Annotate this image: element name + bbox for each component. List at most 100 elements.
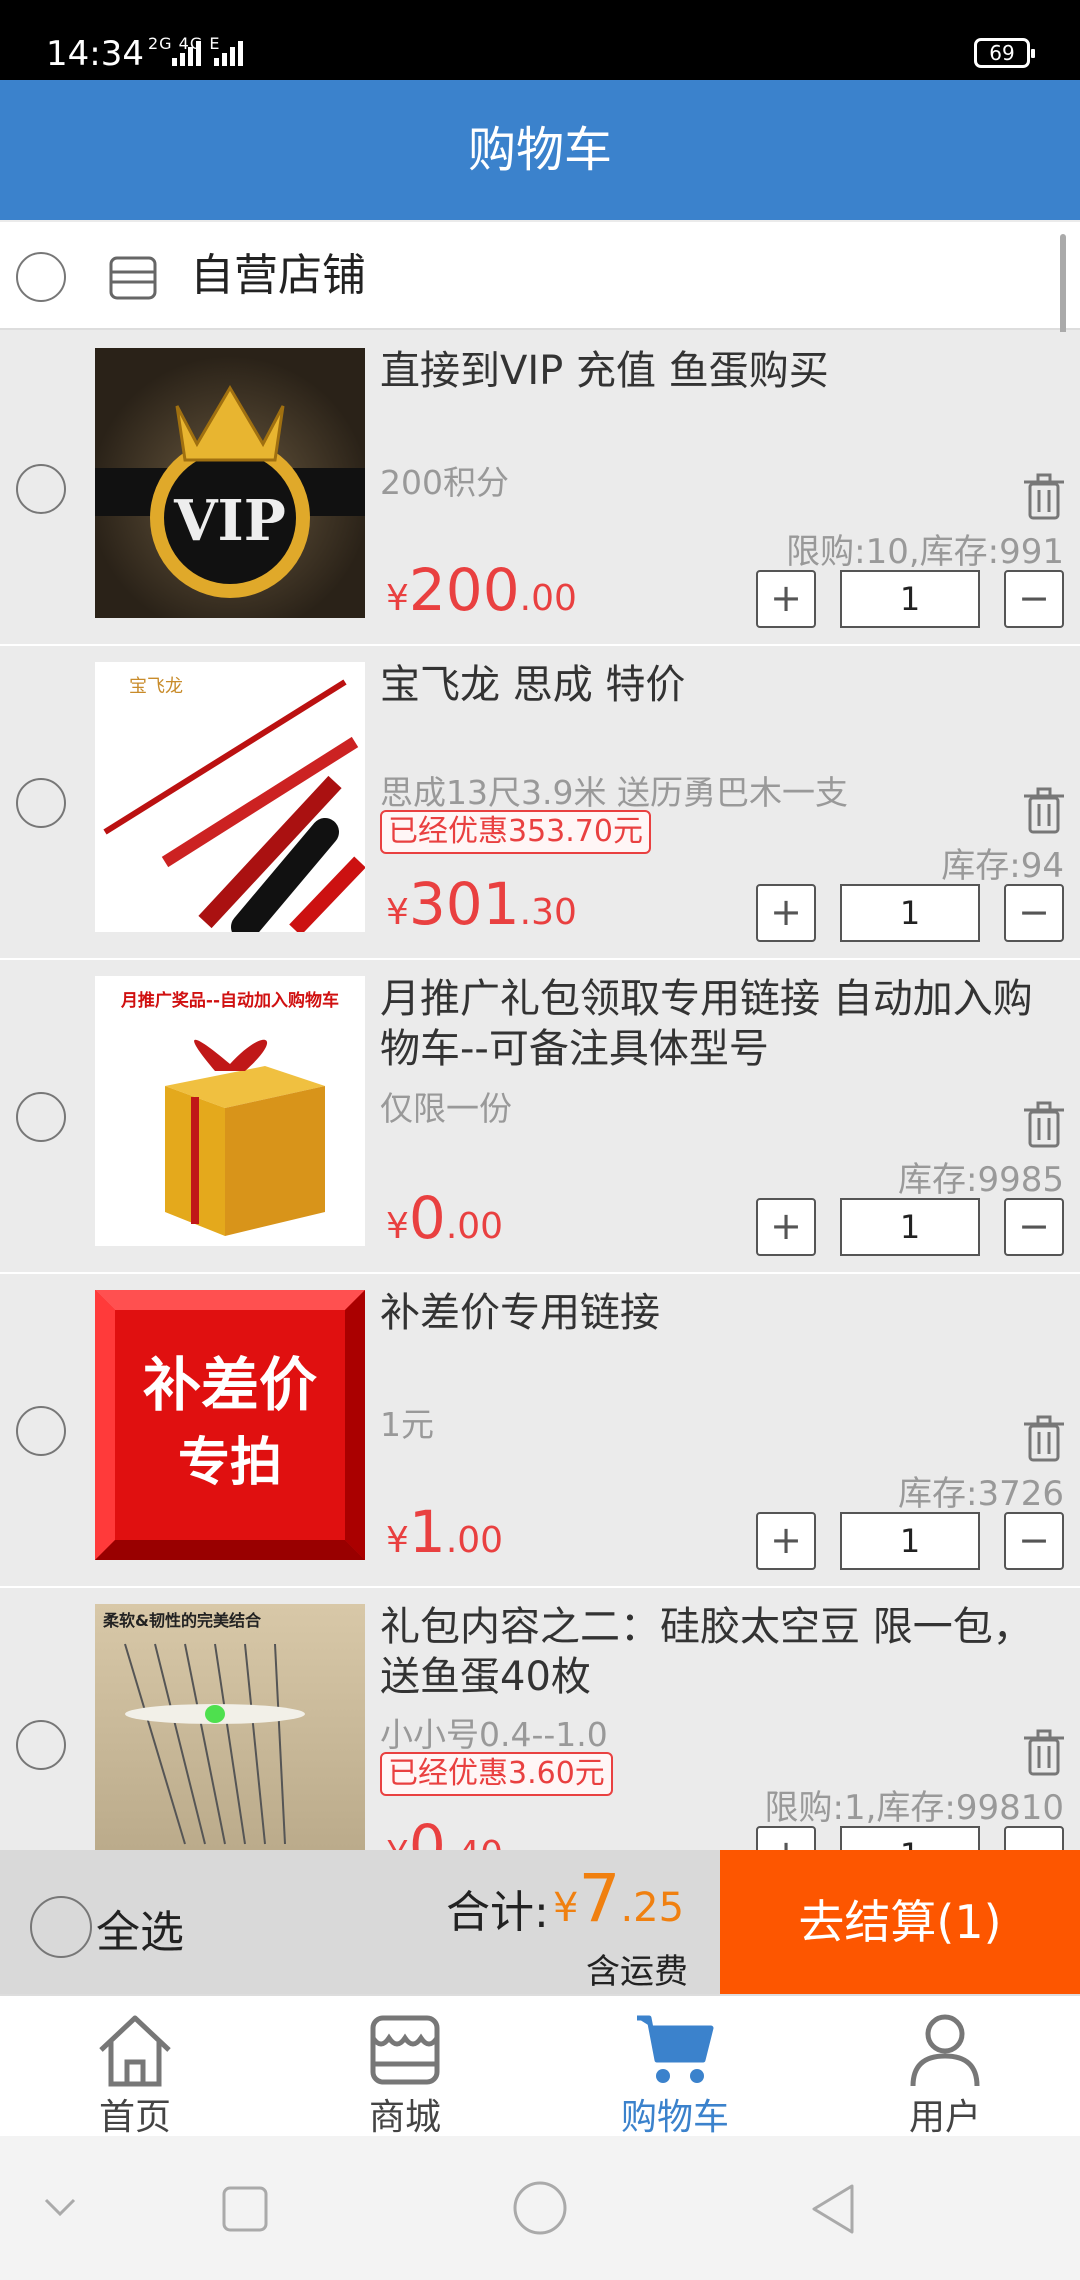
tab-cart[interactable]: 购物车 [540, 1996, 810, 2138]
select-all-radio[interactable] [30, 1896, 92, 1958]
cart-list: VIP 直接到VIP 充值 鱼蛋购买 200积分 限购:10,库存:991 ¥2… [0, 332, 1080, 1850]
qty-plus-button[interactable]: + [756, 1512, 816, 1570]
store-row: 自营店铺 [0, 222, 1080, 330]
total-label: 合计: [446, 1887, 549, 1938]
qty-minus-button[interactable]: − [1004, 1198, 1064, 1256]
cart-icon [637, 2015, 714, 2083]
user-icon [910, 2014, 980, 2087]
signal-icon [172, 40, 201, 66]
qty-minus-button[interactable]: − [1004, 570, 1064, 628]
select-all-label[interactable]: 全选 [96, 1896, 184, 1960]
gift-text: 月推广奖品--自动加入购物车 [120, 990, 339, 1011]
vip-crown-image[interactable]: VIP [95, 348, 365, 618]
item-select-radio[interactable] [16, 464, 66, 514]
item-price: ¥0.40 [386, 1812, 503, 1850]
header: 购物车 [0, 80, 1080, 220]
tab-label: 购物车 [620, 2097, 729, 2138]
beans-text: 柔软&韧性的完美结合 [102, 1611, 262, 1630]
price-difference-image[interactable]: 补差价 专拍 [95, 1290, 365, 1560]
item-spec: 1元 [380, 1405, 434, 1444]
discount-badge: 已经优惠3.60元 [380, 1752, 613, 1796]
item-name[interactable]: 直接到VIP 充值 鱼蛋购买 [380, 346, 1060, 396]
qty-minus-button[interactable]: − [1004, 884, 1064, 942]
shop-icon [109, 256, 157, 300]
chevron-down-icon[interactable] [40, 2192, 80, 2222]
trash-icon[interactable] [1022, 1414, 1066, 1462]
tab-label: 用户 [908, 2097, 981, 2138]
tab-store[interactable]: 商城 [270, 1996, 540, 2138]
qty-plus-button[interactable]: + [756, 570, 816, 628]
item-price: ¥1.00 [386, 1498, 504, 1566]
silicone-beans-image[interactable]: 柔软&韧性的完美结合 [95, 1604, 365, 1850]
item-stock: 限购:1,库存:99810 [764, 1788, 1064, 1828]
cart-item: 宝飞龙 宝飞龙 思成 特价 思成13尺3.9米 送历勇巴木一支 已经优惠353.… [0, 646, 1080, 960]
item-spec: 思成13尺3.9米 送历勇巴木一支 [380, 773, 848, 812]
page-title: 购物车 [467, 122, 612, 178]
item-select-radio[interactable] [16, 778, 66, 828]
qty-plus-button[interactable]: + [756, 1826, 816, 1850]
item-stock: 库存:9985 [898, 1160, 1064, 1200]
trash-icon[interactable] [1022, 472, 1066, 520]
cart-item: 补差价 专拍 补差价专用链接 1元 库存:3726 ¥1.00 + 1 − [0, 1274, 1080, 1588]
shipping-note: 含运费 [586, 1952, 688, 1992]
item-select-radio[interactable] [16, 1092, 66, 1142]
trash-icon[interactable] [1022, 1728, 1066, 1776]
store-icon [370, 2015, 440, 2085]
vip-text: VIP [173, 488, 286, 554]
item-name[interactable]: 礼包内容之二：硅胶太空豆 限一包，送鱼蛋40枚 [380, 1602, 1060, 1702]
qty-input[interactable]: 1 [840, 1512, 980, 1570]
item-stock: 限购:10,库存:991 [786, 532, 1064, 572]
item-stock: 库存:94 [941, 846, 1064, 886]
total-price: ¥7.25 [553, 1860, 685, 1937]
item-price: ¥301.30 [386, 870, 577, 938]
item-name[interactable]: 月推广礼包领取专用链接 自动加入购物车--可备注具体型号 [380, 974, 1060, 1074]
qty-input[interactable]: 1 [840, 1198, 980, 1256]
item-stock: 库存:3726 [898, 1474, 1064, 1514]
image-text-line1: 补差价 [143, 1351, 317, 1419]
item-spec: 小小号0.4--1.0 [380, 1715, 608, 1754]
cart-item: 月推广奖品--自动加入购物车 月推广礼包领取专用链接 自动加入购物车--可备注具… [0, 960, 1080, 1274]
qty-minus-button[interactable]: − [1004, 1512, 1064, 1570]
store-name: 自营店铺 [190, 250, 366, 301]
qty-plus-button[interactable]: + [756, 884, 816, 942]
item-spec: 仅限一份 [380, 1089, 512, 1128]
trash-icon[interactable] [1022, 1100, 1066, 1148]
item-spec: 200积分 [380, 463, 509, 502]
tab-label: 商城 [368, 2097, 441, 2138]
discount-badge: 已经优惠353.70元 [380, 810, 651, 854]
back-icon[interactable] [808, 2182, 858, 2236]
item-select-radio[interactable] [16, 1720, 66, 1770]
tab-user[interactable]: 用户 [810, 1996, 1080, 2138]
item-name[interactable]: 补差价专用链接 [380, 1288, 1060, 1338]
qty-minus-button[interactable]: − [1004, 1826, 1064, 1850]
item-select-radio[interactable] [16, 1406, 66, 1456]
battery-icon: 69 [974, 38, 1035, 68]
image-text-line2: 专拍 [178, 1433, 282, 1493]
qty-plus-button[interactable]: + [756, 1198, 816, 1256]
checkout-bar: 全选 合计: ¥7.25 含运费 去结算(1) [0, 1850, 1080, 1994]
system-nav-bar [0, 2136, 1080, 2280]
home-icon [99, 2015, 171, 2087]
trash-icon[interactable] [1022, 786, 1066, 834]
status-bar: 14:34 2G 4G E 69 [0, 0, 1080, 80]
home-nav-icon[interactable] [512, 2180, 568, 2236]
tab-label: 首页 [98, 2097, 171, 2138]
item-price: ¥0.00 [386, 1184, 504, 1252]
checkout-button[interactable]: 去结算(1) [720, 1850, 1080, 1994]
status-time: 14:34 [46, 34, 144, 74]
qty-input[interactable]: 1 [840, 884, 980, 942]
qty-input[interactable]: 1 [840, 1826, 980, 1850]
recents-icon[interactable] [220, 2184, 270, 2234]
item-price: ¥200.00 [386, 556, 577, 624]
cart-item: 柔软&韧性的完美结合 礼包内容之二：硅胶太空豆 限一包，送鱼蛋40枚 小小号0.… [0, 1588, 1080, 1850]
item-name[interactable]: 宝飞龙 思成 特价 [380, 660, 1060, 710]
qty-input[interactable]: 1 [840, 570, 980, 628]
brand-text: 宝飞龙 [129, 676, 183, 697]
signal-icon-2 [214, 40, 243, 66]
tab-bar: 首页 商城 购物车 用户 [0, 1994, 1080, 2138]
cart-item: VIP 直接到VIP 充值 鱼蛋购买 200积分 限购:10,库存:991 ¥2… [0, 332, 1080, 646]
fishing-rod-image[interactable]: 宝飞龙 [95, 662, 365, 932]
tab-home[interactable]: 首页 [0, 1996, 270, 2138]
store-select-radio[interactable] [16, 252, 66, 302]
gift-box-image[interactable]: 月推广奖品--自动加入购物车 [95, 976, 365, 1246]
